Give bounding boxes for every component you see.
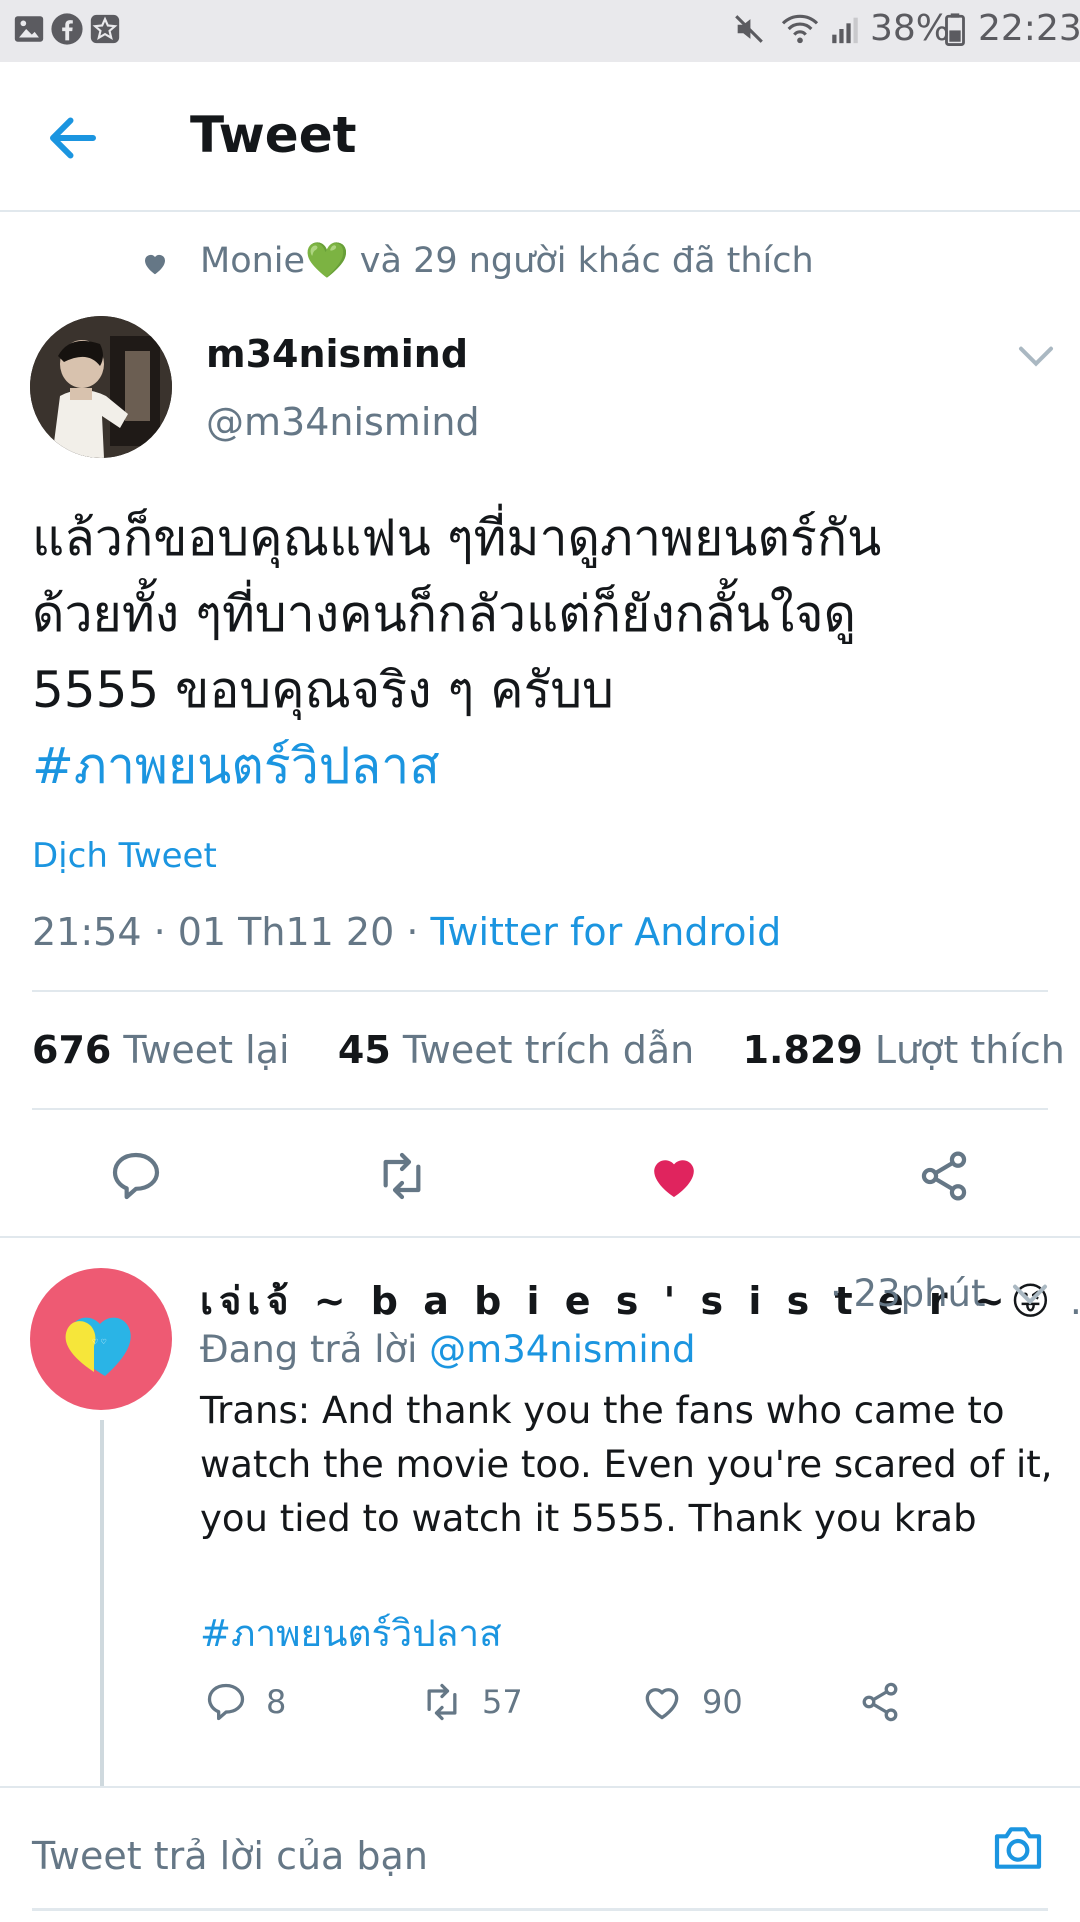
tweet-meta: 21:54 · 01 Th11 20 · Twitter for Android — [32, 910, 781, 954]
share-icon — [862, 1682, 898, 1722]
likes-count: 1.829 — [742, 1028, 863, 1072]
status-bar: 38% 22:23 — [0, 0, 1080, 62]
likes-label: Lượt thích — [874, 1028, 1065, 1072]
retweets-stat[interactable]: 676 Tweet lại — [32, 1028, 290, 1072]
page-title: Tweet — [190, 106, 357, 164]
author-avatar[interactable] — [30, 316, 172, 458]
quotes-count: 45 — [337, 1028, 391, 1072]
retweets-label: Tweet lại — [123, 1028, 290, 1072]
author-photo — [30, 316, 172, 458]
signal-icon — [832, 17, 858, 44]
thread-connector-line — [100, 1420, 104, 1786]
section-divider — [0, 1236, 1080, 1238]
divider — [32, 1108, 1048, 1110]
app-store-icon — [90, 14, 120, 44]
tweet-text-line: ด้วยทั้ง ๆที่บางคนก็กลัวแต่ก็ยังกลั้นใจด… — [32, 585, 856, 643]
camera-icon[interactable] — [990, 1820, 1046, 1876]
reply-retweet-button[interactable]: 57 — [420, 1680, 523, 1730]
reply-timestamp: · 23phút — [830, 1272, 986, 1315]
battery-percent: 38% — [870, 8, 951, 49]
liked-by-name: Monie — [200, 241, 306, 281]
retweets-count: 676 — [32, 1028, 112, 1072]
author-handle[interactable]: @m34nismind — [206, 400, 480, 444]
liked-by-rest: và 29 người khác đã thích — [359, 241, 814, 281]
reply-text: Trans: And thank you the fans who came t… — [200, 1389, 1053, 1540]
clock: 22:23 — [978, 8, 1080, 49]
back-arrow-icon[interactable] — [38, 108, 108, 168]
heart-icon — [145, 254, 165, 275]
tweet-source-link[interactable]: Twitter for Android — [431, 910, 782, 954]
chevron-down-icon[interactable] — [1010, 1280, 1050, 1310]
green-heart-emoji: 💚 — [305, 241, 349, 281]
facebook-icon — [51, 13, 83, 45]
like-filled-icon[interactable] — [646, 1148, 702, 1204]
reply-icon[interactable] — [108, 1148, 164, 1204]
tweet-hashtag-link[interactable]: #ภาพยนตร์วิปลาส — [32, 728, 1052, 804]
retweet-icon — [427, 1683, 457, 1721]
replying-to-prefix: Đang trả lời — [200, 1328, 430, 1371]
chevron-down-icon[interactable] — [1016, 342, 1056, 372]
reply-compose-bar: Tweet trả lời của bạn — [0, 1786, 1080, 1922]
wifi-icon — [781, 14, 819, 44]
tweet-text-line: 5555 ขอบคุณจริง ๆ ครับบ — [32, 661, 614, 719]
tweet-stats: 676 Tweet lại 45 Tweet trích dẫn 1.829 L… — [32, 1028, 1065, 1072]
name-truncation: … — [1070, 1279, 1080, 1323]
heart-logo-icon: ♡ ♡ — [65, 1317, 131, 1376]
mute-icon — [735, 15, 763, 43]
share-icon[interactable] — [916, 1148, 972, 1204]
liked-by-line[interactable]: Monie💚 và 29 người khác đã thích — [200, 240, 814, 281]
svg-text:♡ ♡: ♡ ♡ — [92, 1338, 107, 1346]
reply-icon — [207, 1683, 245, 1721]
likes-stat[interactable]: 1.829 Lượt thích — [743, 1028, 1065, 1072]
top-app-bar: Tweet — [0, 62, 1080, 212]
battery-icon — [945, 13, 965, 46]
reply-reply-button[interactable]: 8 — [204, 1680, 286, 1730]
replying-to-handle[interactable]: @m34nismind — [429, 1328, 695, 1371]
quotes-stat[interactable]: 45 Tweet trích dẫn — [338, 1028, 694, 1072]
reply-hashtag-link[interactable]: #ภาพยนตร์วิปลาส — [200, 1604, 502, 1663]
reply-compose-input[interactable]: Tweet trả lời của bạn — [32, 1834, 428, 1878]
reply-author-avatar[interactable]: ♡ ♡ — [30, 1268, 172, 1410]
divider — [32, 990, 1048, 992]
gallery-icon — [14, 16, 44, 42]
reply-like-button[interactable]: 90 — [640, 1680, 743, 1730]
replying-to-line: Đang trả lời @m34nismind — [200, 1328, 696, 1371]
reply-count: 8 — [266, 1683, 287, 1721]
tweet-text-line: แล้วก็ขอบคุณแฟน ๆที่มาดูภาพยนตร์กัน — [32, 509, 882, 567]
quotes-label: Tweet trích dẫn — [402, 1028, 695, 1072]
reply-share-button[interactable] — [858, 1680, 902, 1730]
divider — [32, 1908, 1048, 1911]
retweet-count: 57 — [482, 1683, 523, 1721]
like-count: 90 — [702, 1683, 743, 1721]
author-name[interactable]: m34nismind — [206, 332, 468, 376]
retweet-icon[interactable] — [374, 1148, 430, 1204]
tweet-timestamp: 21:54 · 01 Th11 20 · — [32, 910, 431, 954]
translate-tweet-link[interactable]: Dịch Tweet — [32, 836, 217, 876]
heart-outline-icon — [645, 1688, 679, 1720]
tweet-text: แล้วก็ขอบคุณแฟน ๆที่มาดูภาพยนตร์กัน ด้วย… — [32, 500, 1052, 804]
